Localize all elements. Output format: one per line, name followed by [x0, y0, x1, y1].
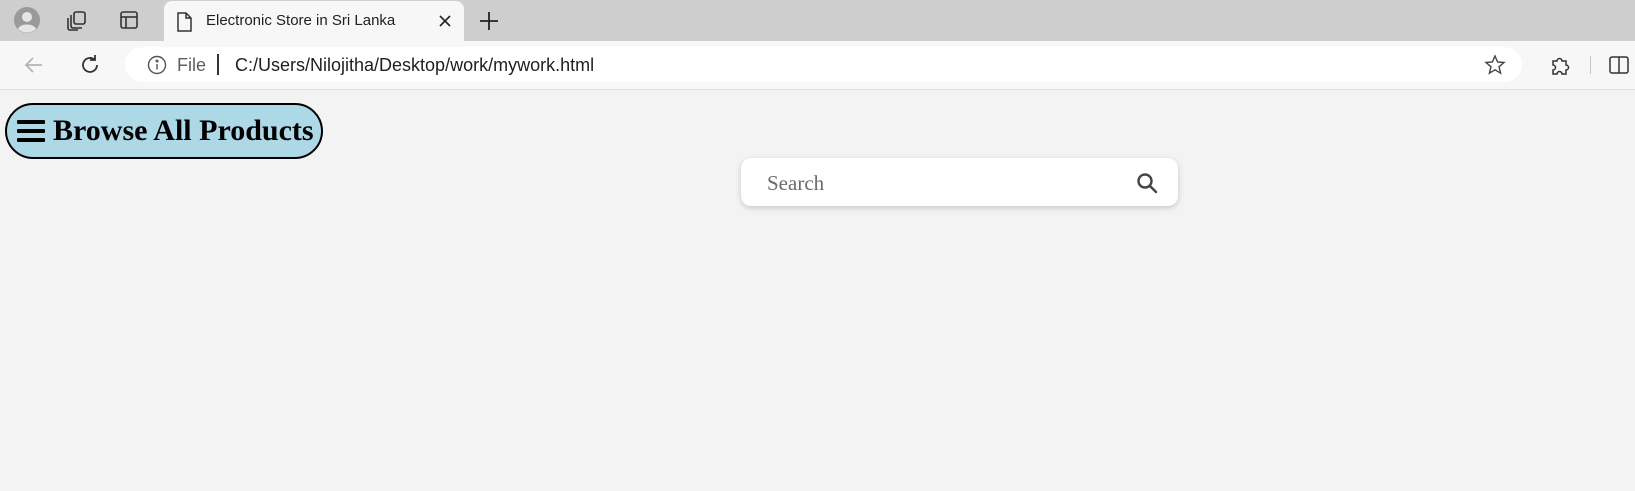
- tab-strip: Electronic Store in Sri Lanka: [0, 0, 1635, 42]
- browser-toolbar: File C:/Users/Nilojitha/Desktop/work/myw…: [0, 41, 1635, 90]
- split-screen-icon[interactable]: [1606, 52, 1632, 78]
- page-icon: [176, 12, 192, 37]
- browse-all-products-button[interactable]: Browse All Products: [5, 103, 323, 159]
- search-input[interactable]: [765, 164, 1109, 202]
- tab-actions-icon[interactable]: [115, 6, 143, 34]
- search-icon[interactable]: [1136, 172, 1158, 194]
- hamburger-icon: [17, 120, 45, 142]
- refresh-icon[interactable]: [77, 52, 103, 78]
- close-icon[interactable]: [436, 12, 454, 30]
- tab-title: Electronic Store in Sri Lanka: [206, 12, 396, 29]
- url-text[interactable]: C:/Users/Nilojitha/Desktop/work/mywork.h…: [235, 55, 594, 76]
- search-box: [741, 158, 1178, 206]
- scheme-label: File: [177, 55, 207, 75]
- back-arrow-icon[interactable]: [21, 52, 47, 78]
- star-icon[interactable]: [1484, 54, 1506, 81]
- browse-button-label: Browse All Products: [53, 114, 314, 147]
- page-viewport: Browse All Products: [4, 90, 1635, 491]
- active-tab[interactable]: Electronic Store in Sri Lanka: [164, 1, 464, 42]
- address-bar[interactable]: File C:/Users/Nilojitha/Desktop/work/myw…: [125, 47, 1522, 82]
- workspaces-icon[interactable]: [63, 6, 91, 34]
- plus-icon[interactable]: [476, 8, 502, 34]
- info-icon[interactable]: [147, 55, 167, 80]
- profile-icon[interactable]: [13, 6, 41, 34]
- toolbar-divider: [1590, 56, 1591, 74]
- puzzle-icon[interactable]: [1547, 52, 1573, 78]
- address-separator: [217, 54, 219, 75]
